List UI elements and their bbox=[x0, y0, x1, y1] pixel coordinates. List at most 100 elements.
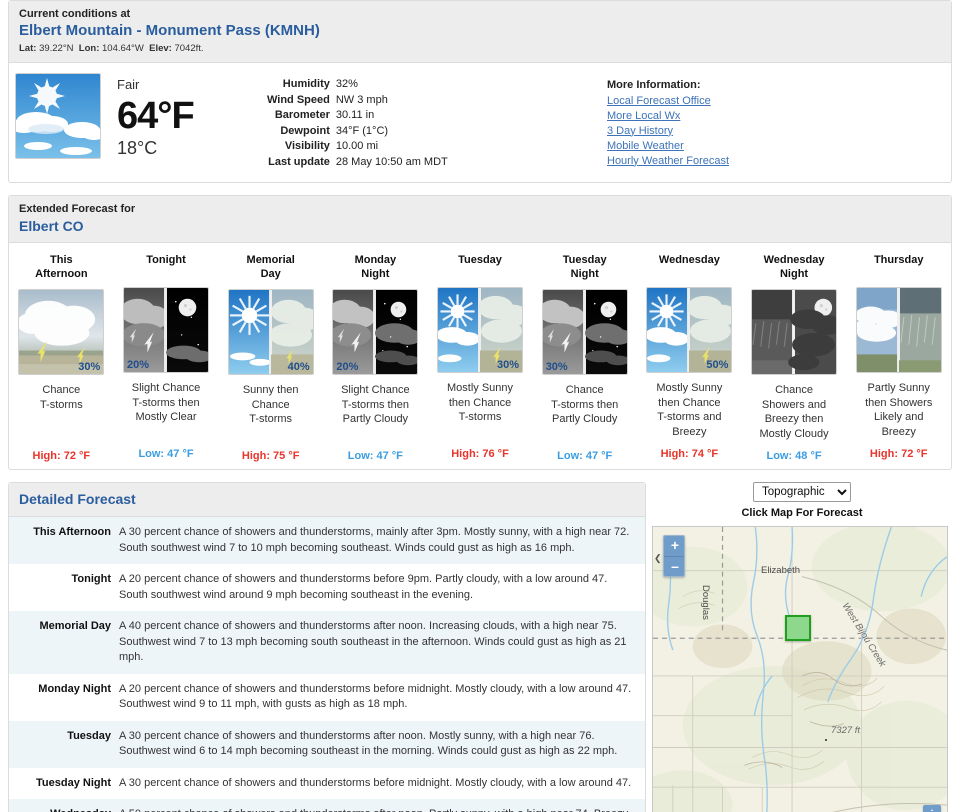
partly-sunny-then-showers-icon bbox=[855, 287, 942, 373]
detailed-forecast-title: Detailed Forecast bbox=[19, 491, 136, 507]
link-local-forecast-office[interactable]: Local Forecast Office bbox=[607, 94, 951, 109]
forecast-card-temperature: High: 76 °F bbox=[451, 448, 509, 460]
link-hourly-weather-forecast[interactable]: Hourly Weather Forecast bbox=[607, 154, 951, 169]
map-click-hint: Click Map For Forecast bbox=[741, 507, 863, 519]
forecast-card-temperature: Low: 48 °F bbox=[766, 450, 822, 462]
current-temperature-column: Fair 64°F 18°C bbox=[117, 73, 267, 159]
forecast-card-icon-wrap: 40% bbox=[227, 289, 314, 375]
detailed-forecast-text: A 20 percent chance of showers and thund… bbox=[119, 573, 608, 601]
detailed-forecast-text: A 40 percent chance of showers and thund… bbox=[119, 620, 627, 663]
current-observations-table: Humidity 32% Wind Speed NW 3 mph Baromet… bbox=[267, 73, 597, 170]
forecast-card-description: Sunny then Chance T-storms bbox=[242, 384, 299, 425]
current-conditions-body: Fair 64°F 18°C Humidity 32% Wind Speed N… bbox=[9, 63, 951, 182]
forecast-card-day: Wednesday bbox=[658, 254, 720, 266]
detailed-forecast-period: Wednesday bbox=[9, 799, 119, 812]
forecast-card-icon-wrap: 30% bbox=[541, 289, 628, 375]
detailed-forecast-tbody: This Afternoon A 30 percent chance of sho… bbox=[9, 517, 645, 812]
map-controls: Topographic Click Map For Forecast bbox=[652, 482, 952, 520]
detailed-forecast-panel: Detailed Forecast This Afternoon A 30 per… bbox=[8, 482, 646, 812]
forecast-card[interactable]: Thursday Partly Sunny then Showers Likely a… bbox=[846, 251, 951, 463]
lon-label: Lon: bbox=[78, 43, 100, 54]
map-label-douglas: Douglas bbox=[700, 585, 711, 620]
forecast-card-day: Memorial Day bbox=[246, 254, 295, 280]
table-row: This Afternoon A 30 percent chance of sho… bbox=[9, 517, 645, 564]
forecast-card-description: Mostly Sunny then Chance T-storms and Breez… bbox=[656, 382, 723, 438]
forecast-card[interactable]: This Afternoon 30% Chance T-storms High: 72 °… bbox=[9, 251, 114, 463]
map-column: Topographic Click Map For Forecast Eliza… bbox=[646, 482, 960, 812]
forecast-area-marker[interactable] bbox=[785, 615, 811, 641]
observations-tbody: Humidity 32% Wind Speed NW 3 mph Baromet… bbox=[267, 77, 448, 170]
forecast-card[interactable]: Monday Night 20% Slight Chance T-storms then… bbox=[323, 251, 428, 463]
precipitation-probability: 50% bbox=[706, 359, 729, 371]
forecast-card-description: Slight Chance T-storms then Partly Cloudy bbox=[341, 384, 410, 425]
zoom-out-button[interactable]: – bbox=[664, 556, 684, 576]
sun-behind-clouds-svg bbox=[16, 74, 100, 158]
table-row: Tuesday Night A 30 percent chance of show… bbox=[9, 767, 645, 799]
station-name: Elbert Mountain - Monument Pass (KMNH) bbox=[19, 22, 320, 39]
obs-value: 28 May 10:50 am MDT bbox=[335, 155, 448, 168]
detailed-forecast-text: A 50 percent chance of showers and thund… bbox=[119, 799, 645, 812]
current-conditions-header: Current conditions at Elbert Mountain - … bbox=[9, 1, 951, 63]
table-row: Visibility 10.00 mi bbox=[267, 139, 448, 155]
current-temp-fahrenheit: 64°F bbox=[117, 95, 195, 137]
forecast-card-icon-wrap: 30% bbox=[437, 287, 524, 373]
detailed-forecast-period: This Afternoon bbox=[33, 526, 111, 538]
precipitation-probability: 40% bbox=[287, 361, 310, 373]
station-coordinates: Lat: 39.22°N Lon: 104.64°W Elev: 7042ft. bbox=[19, 42, 941, 55]
extended-forecast-location: Elbert CO bbox=[19, 218, 84, 234]
detailed-forecast-text: A 30 percent chance of showers and thund… bbox=[119, 729, 618, 758]
table-row: Monday Night A 20 percent chance of showe… bbox=[9, 673, 645, 721]
forecast-card[interactable]: Wednesday Night Chance Showers and Breezy th… bbox=[742, 251, 847, 463]
extended-forecast-panel: Extended Forecast for Elbert CO This Afte… bbox=[8, 195, 952, 470]
forecast-card-day: This Afternoon bbox=[35, 254, 88, 280]
forecast-card-day: Thursday bbox=[873, 254, 924, 266]
forecast-card-temperature: High: 72 °F bbox=[32, 450, 91, 462]
forecast-card-temperature: Low: 47 °F bbox=[347, 450, 403, 462]
night-showers-cloudy-icon bbox=[751, 289, 838, 375]
forecast-card[interactable]: Tuesday Night 30% Chance T-storms then Partly… bbox=[532, 251, 637, 463]
link-more-local-wx[interactable]: More Local Wx bbox=[607, 109, 951, 124]
detailed-forecast-header: Detailed Forecast bbox=[9, 483, 645, 517]
obs-label: Wind Speed bbox=[267, 93, 330, 106]
forecast-card[interactable]: Wednesday 50% Mostly Sunny then Chance T-sto… bbox=[637, 251, 742, 463]
detailed-forecast-text: A 30 percent chance of showers and thund… bbox=[119, 526, 630, 554]
link-mobile-weather[interactable]: Mobile Weather bbox=[607, 139, 951, 154]
more-information-section: More Information: Local Forecast Office … bbox=[597, 73, 951, 168]
current-icon-column bbox=[9, 73, 117, 159]
obs-label: Last update bbox=[268, 155, 330, 168]
current-conditions-panel: Current conditions at Elbert Mountain - … bbox=[8, 0, 952, 183]
map-info-button[interactable]: i bbox=[923, 805, 941, 812]
forecast-card[interactable]: Tuesday 30% Mostly Sunny then Chance T-storm… bbox=[428, 251, 533, 463]
forecast-card-description: Mostly Sunny then Chance T-storms bbox=[447, 382, 514, 423]
bottom-section: Detailed Forecast This Afternoon A 30 per… bbox=[0, 482, 960, 812]
map-collapse-arrow-icon[interactable]: ❮ bbox=[654, 553, 662, 564]
map-type-select[interactable]: Topographic bbox=[753, 482, 851, 502]
precipitation-probability: 30% bbox=[78, 361, 101, 373]
observations-table: Humidity 32% Wind Speed NW 3 mph Baromet… bbox=[267, 77, 448, 170]
forecast-card[interactable]: Memorial Day 40% Sunny then Chance T-storms Hi… bbox=[218, 251, 323, 463]
forecast-card-description: Partly Sunny then Showers Likely and Breezy bbox=[865, 382, 933, 438]
detailed-forecast-period: Memorial Day bbox=[39, 620, 111, 632]
detailed-forecast-table: This Afternoon A 30 percent chance of sho… bbox=[9, 517, 645, 812]
obs-label: Visibility bbox=[284, 140, 330, 152]
table-row: Wind Speed NW 3 mph bbox=[267, 93, 448, 109]
forecast-card-day: Tonight bbox=[146, 254, 186, 266]
forecast-card[interactable]: Tonight 20% Slight Chance T-storms then Most… bbox=[114, 251, 219, 463]
link-3-day-history[interactable]: 3 Day History bbox=[607, 124, 951, 139]
extended-forecast-header: Extended Forecast for Elbert CO bbox=[9, 196, 951, 243]
weather-page: Current conditions at Elbert Mountain - … bbox=[0, 0, 960, 812]
forecast-card-description: Chance T-storms bbox=[39, 384, 83, 411]
zoom-in-button[interactable]: + bbox=[664, 536, 684, 556]
forecast-card-day: Monday Night bbox=[354, 254, 397, 280]
elevation-point-dot bbox=[825, 739, 827, 741]
lon-value: 104.64°W bbox=[102, 43, 144, 54]
forecast-map[interactable]: Elizabeth Douglas West Bijou Creek 7327 … bbox=[652, 526, 948, 812]
map-zoom-controls[interactable]: + – bbox=[663, 535, 685, 577]
table-row: Dewpoint 34°F (1°C) bbox=[267, 124, 448, 140]
map-label-elizabeth: Elizabeth bbox=[761, 565, 801, 576]
extended-forecast-heading: Extended Forecast for bbox=[19, 203, 136, 215]
detailed-forecast-text: A 30 percent chance of showers and thund… bbox=[119, 776, 632, 789]
detailed-forecast-period: Tuesday bbox=[67, 729, 111, 742]
forecast-card-day: Wednesday Night bbox=[763, 254, 825, 280]
forecast-card-icon-wrap bbox=[855, 287, 942, 373]
